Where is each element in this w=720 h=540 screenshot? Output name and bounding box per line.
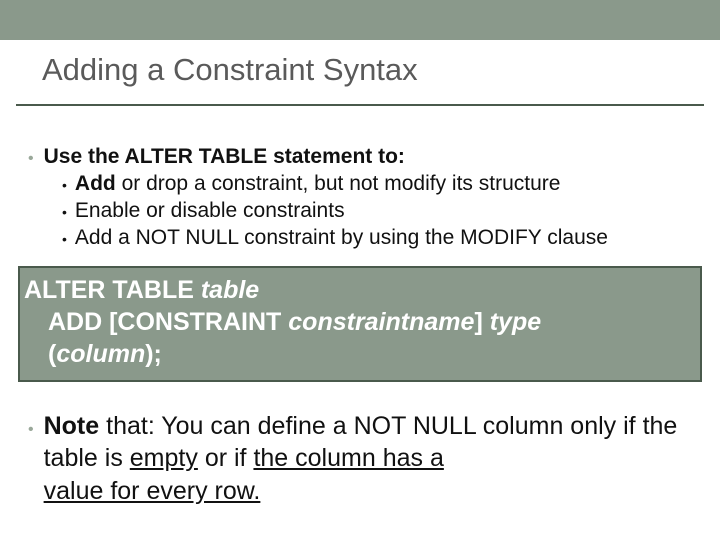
underlined-text: value for every row. (44, 477, 261, 505)
bullet-icon: • (62, 231, 67, 249)
underlined-text: the column has a (253, 444, 443, 472)
slide-title: Adding a Constraint Syntax (0, 40, 720, 96)
bullet-main-text: Use the ALTER TABLE statement to: (44, 144, 405, 171)
sub-bullet-3: • Add a NOT NULL constraint by using the… (28, 225, 692, 252)
code-placeholder: column (56, 340, 145, 368)
bullet-icon: • (28, 420, 34, 441)
code-text: ALTER TABLE (24, 276, 201, 304)
text: Add (75, 172, 116, 195)
text: clause (541, 226, 608, 249)
code-text: ALTER TABLE (125, 145, 268, 168)
text: Note (44, 412, 100, 440)
code-text: ] (474, 308, 489, 336)
bullet-icon: • (62, 204, 67, 222)
code-placeholder: type (490, 308, 541, 336)
code-text: NOT NULL (354, 412, 476, 440)
note-text: Note that: You can define a NOT NULL col… (44, 410, 692, 508)
text: or if (198, 444, 254, 472)
code-placeholder: constraintname (288, 308, 474, 336)
bullet-icon: • (62, 177, 67, 195)
bullet-main: • Use the ALTER TABLE statement to: (28, 144, 692, 171)
code-placeholder: table (201, 276, 259, 304)
sub-bullet-2: • Enable or disable constraints (28, 198, 692, 225)
slide: Adding a Constraint Syntax • Use the ALT… (0, 0, 720, 540)
code-text: NOT NULL (136, 226, 239, 249)
code-text: ); (145, 340, 162, 368)
code-text: MODIFY (460, 226, 541, 249)
code-line-2: ADD [CONSTRAINT constraintname] type (22, 306, 692, 338)
code-text: ADD [CONSTRAINT (48, 308, 288, 336)
note-bullet: • Note that: You can define a NOT NULL c… (28, 410, 692, 508)
text: Add a (75, 226, 136, 249)
sub-bullet-1: • Add or drop a constraint, but not modi… (28, 171, 692, 198)
underlined-text: empty (130, 444, 198, 472)
text: that: You can define a (99, 412, 353, 440)
text: statement to: (267, 145, 405, 168)
body-content: • Use the ALTER TABLE statement to: • Ad… (0, 106, 720, 252)
bullet-icon: • (28, 149, 34, 169)
sub-bullet-text: Enable or disable constraints (75, 198, 345, 225)
code-line-1: ALTER TABLE table (22, 274, 692, 306)
note-section: • Note that: You can define a NOT NULL c… (0, 382, 720, 508)
text: or drop a constraint, but not modify its… (116, 172, 561, 195)
top-banner (0, 0, 720, 40)
text: Use the (44, 145, 125, 168)
sql-syntax-box: ALTER TABLE table ADD [CONSTRAINT constr… (18, 266, 702, 382)
sub-bullet-text: Add a NOT NULL constraint by using the M… (75, 225, 608, 252)
sub-bullet-text: Add or drop a constraint, but not modify… (75, 171, 561, 198)
text: constraint by using the (238, 226, 460, 249)
code-line-3: (column); (22, 338, 692, 370)
